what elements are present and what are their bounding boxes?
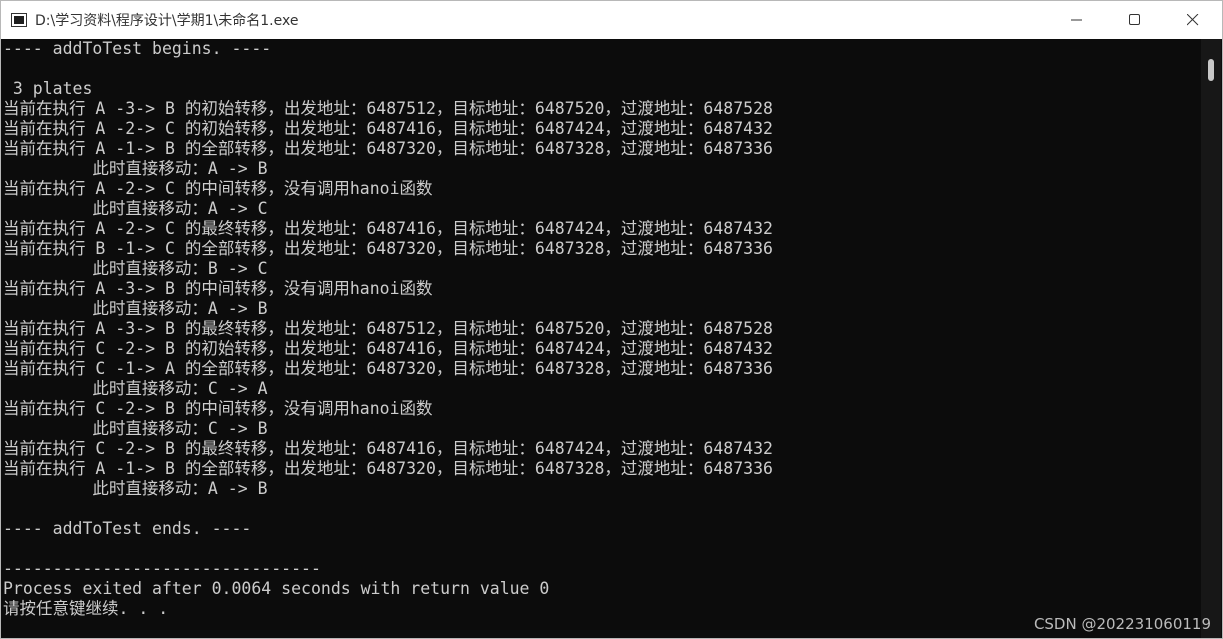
close-icon	[1187, 14, 1199, 26]
vertical-scrollbar[interactable]	[1201, 39, 1221, 638]
console-line: 当前在执行 C -2-> B 的最终转移，出发地址：6487416，目标地址：6…	[3, 439, 773, 458]
console-line: 此时直接移动：A -> B	[3, 299, 268, 318]
console-line: 当前在执行 A -1-> B 的全部转移，出发地址：6487320，目标地址：6…	[3, 139, 773, 158]
console-line: 当前在执行 A -3-> B 的最终转移，出发地址：6487512，目标地址：6…	[3, 319, 773, 338]
console-line: 当前在执行 A -2-> C 的中间转移，没有调用hanoi函数	[3, 179, 433, 198]
console-line: 当前在执行 A -3-> B 的中间转移，没有调用hanoi函数	[3, 279, 433, 298]
console-output[interactable]: ---- addToTest begins. ---- 3 plates 当前在执…	[1, 39, 1202, 638]
console-window: D:\学习资料\程序设计\学期1\未命名1.exe ---- addToTest…	[0, 0, 1223, 639]
console-line: 请按任意键继续. . .	[3, 599, 169, 618]
window-title: D:\学习资料\程序设计\学期1\未命名1.exe	[35, 13, 299, 29]
maximize-button[interactable]	[1106, 1, 1164, 39]
console-line: 当前在执行 B -1-> C 的全部转移，出发地址：6487320，目标地址：6…	[3, 239, 773, 258]
console-line: 当前在执行 A -3-> B 的初始转移，出发地址：6487512，目标地址：6…	[3, 99, 773, 118]
console-line: 此时直接移动：C -> B	[3, 419, 268, 438]
console-line: Process exited after 0.0064 seconds with…	[3, 579, 550, 598]
window-controls	[1048, 1, 1222, 39]
console-line: 此时直接移动：B -> C	[3, 259, 268, 278]
console-line: 此时直接移动：C -> A	[3, 379, 268, 398]
console-line: 此时直接移动：A -> B	[3, 479, 268, 498]
console-line: ---- addToTest begins. ----	[3, 39, 272, 58]
console-line: 当前在执行 C -2-> B 的初始转移，出发地址：6487416，目标地址：6…	[3, 339, 773, 358]
title-bar[interactable]: D:\学习资料\程序设计\学期1\未命名1.exe	[1, 1, 1222, 39]
console-line: 当前在执行 A -2-> C 的初始转移，出发地址：6487416，目标地址：6…	[3, 119, 773, 138]
console-line: 此时直接移动：A -> B	[3, 159, 268, 178]
maximize-icon	[1129, 14, 1140, 25]
scrollbar-thumb[interactable]	[1208, 59, 1214, 81]
close-button[interactable]	[1164, 1, 1222, 39]
console-line: 3 plates	[3, 79, 93, 98]
console-line: 当前在执行 A -2-> C 的最终转移，出发地址：6487416，目标地址：6…	[3, 219, 773, 238]
minimize-button[interactable]	[1048, 1, 1106, 39]
console-line: --------------------------------	[3, 559, 321, 578]
watermark: CSDN @202231060119	[1033, 615, 1211, 633]
console-line: ---- addToTest ends. ----	[3, 519, 252, 538]
minimize-icon	[1071, 19, 1082, 21]
console-line: 当前在执行 C -2-> B 的中间转移，没有调用hanoi函数	[3, 399, 433, 418]
console-line: 当前在执行 A -1-> B 的全部转移，出发地址：6487320，目标地址：6…	[3, 459, 773, 478]
console-line: 当前在执行 C -1-> A 的全部转移，出发地址：6487320，目标地址：6…	[3, 359, 773, 378]
console-line: 此时直接移动：A -> C	[3, 199, 268, 218]
console-app-icon[interactable]	[11, 13, 27, 27]
